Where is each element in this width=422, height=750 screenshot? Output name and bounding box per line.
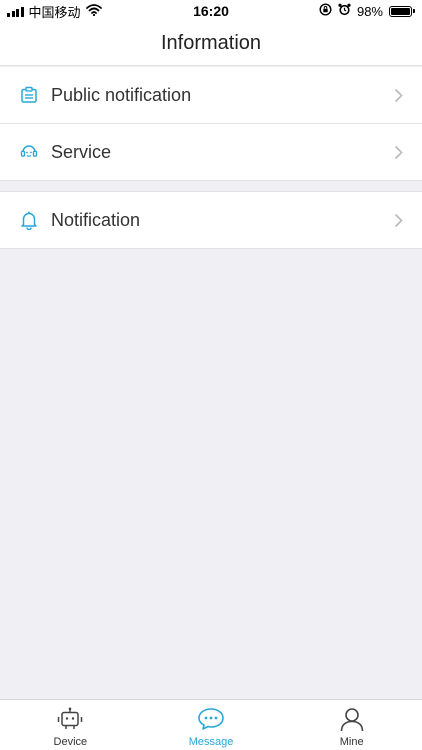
chevron-right-icon (392, 144, 404, 160)
status-bar: 中国移动 16:20 98% (0, 0, 422, 22)
nav-bar: Information (0, 22, 422, 66)
tab-bar: Device Message Mine (0, 699, 422, 750)
tab-label: Message (188, 736, 234, 748)
battery-percent: 98% (356, 3, 383, 19)
list-item-label: Service (51, 141, 112, 162)
list-group-primary: Public notification Service (0, 67, 422, 181)
list-item-notification[interactable]: Notification (0, 192, 422, 249)
list-item-public-notification[interactable]: Public notification (0, 67, 422, 124)
person-icon (338, 706, 366, 732)
signal-icon (7, 6, 24, 17)
bell-icon (18, 209, 40, 231)
alarm-icon (338, 3, 351, 19)
list-item-label: Notification (51, 209, 141, 230)
headset-icon (18, 141, 40, 163)
chevron-right-icon (392, 87, 404, 103)
status-left: 中国移动 (7, 2, 102, 21)
status-right: 98% (319, 3, 415, 19)
robot-icon (56, 706, 84, 732)
tab-label: Device (53, 736, 88, 748)
tab-mine[interactable]: Mine (281, 700, 422, 750)
orientation-lock-icon (319, 3, 332, 19)
tab-device[interactable]: Device (0, 700, 141, 750)
tab-label: Mine (339, 736, 364, 748)
chat-bubble-icon (197, 706, 225, 732)
wifi-icon (85, 3, 102, 19)
battery-icon (389, 5, 415, 17)
tab-message[interactable]: Message (141, 700, 282, 750)
list-item-service[interactable]: Service (0, 124, 422, 181)
list-group-secondary: Notification (0, 191, 422, 249)
clipboard-icon (18, 84, 40, 106)
page-title: Information (160, 32, 262, 54)
carrier-label: 中国移动 (28, 4, 81, 20)
chevron-right-icon (392, 212, 404, 228)
list-item-label: Public notification (51, 84, 192, 105)
